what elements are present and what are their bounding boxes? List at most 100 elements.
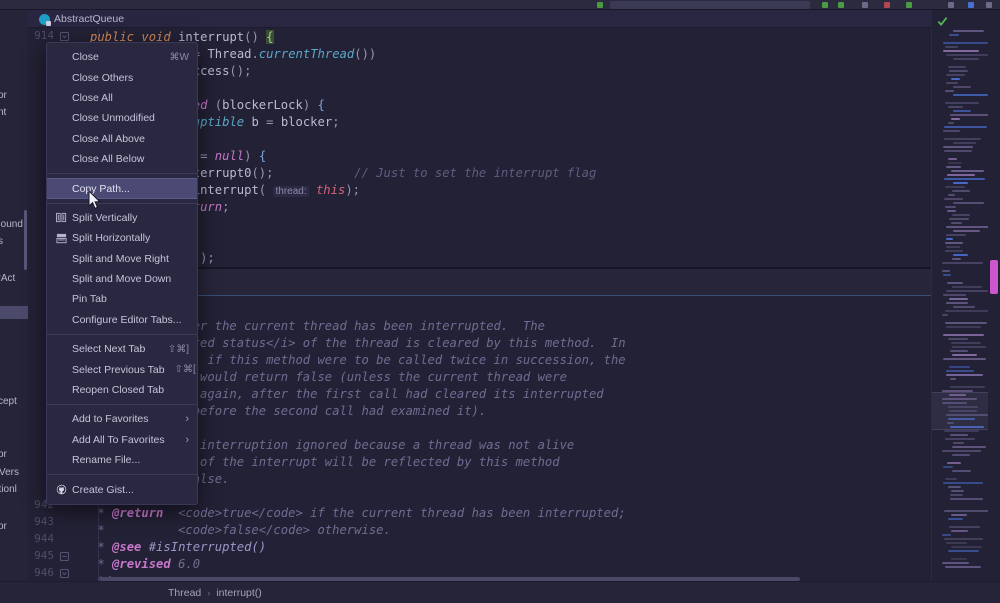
menu-item-rename-file[interactable]: Rename File... — [47, 450, 197, 470]
minimap-line — [953, 86, 971, 88]
project-tree-item[interactable]: sVers — [0, 467, 19, 478]
minimap-line — [945, 438, 975, 440]
project-tree-scrollbar[interactable] — [24, 210, 27, 270]
menu-item-split-and-move-down[interactable]: Split and Move Down — [47, 269, 197, 289]
inlay-parameter-hint: thread: — [273, 186, 309, 197]
menu-item-add-to-favorites[interactable]: Add to Favorites › — [47, 409, 197, 429]
minimap-line — [949, 298, 968, 300]
menu-separator — [47, 202, 197, 204]
minimap-line — [942, 562, 969, 564]
toolbar-run-icon[interactable] — [597, 2, 603, 8]
minimap-line — [949, 526, 980, 528]
project-tree-item[interactable]: or — [0, 449, 7, 460]
minimap-line — [953, 94, 988, 96]
breadcrumb-class[interactable]: Thread — [168, 587, 201, 599]
main-toolbar[interactable] — [0, 0, 1000, 10]
menu-item-reopen-closed-tab[interactable]: Reopen Closed Tab — [47, 380, 197, 400]
minimap-viewport[interactable] — [932, 392, 988, 430]
editor-tab-context-menu[interactable]: Close ⌘W Close Others Close All Close Unmodi… — [46, 42, 198, 505]
inspection-ok-check-icon[interactable] — [937, 14, 948, 27]
fold-marker-collapse-icon[interactable] — [60, 552, 69, 561]
menu-item-pin-tab[interactable]: Pin Tab — [47, 289, 197, 309]
menu-item-label: Add to Favorites — [72, 413, 149, 426]
minimap-line — [946, 326, 981, 328]
menu-item-configure-editor-tabs[interactable]: Configure Editor Tabs... — [47, 310, 197, 330]
editor-tab-strip[interactable]: AbstractQueue Thread.java ▾ — [28, 10, 1000, 48]
minimap-line — [952, 214, 970, 216]
editor-split-divider[interactable] — [90, 267, 932, 269]
editor-caret-line-border — [90, 295, 932, 296]
minimap-line — [951, 222, 962, 224]
project-tree-item-selected[interactable] — [0, 306, 28, 319]
toolbar-git-icon[interactable] — [968, 2, 974, 8]
project-tree-item[interactable]: ationl — [0, 484, 17, 495]
breadcrumb[interactable]: Thread › interrupt() — [168, 587, 262, 599]
menu-item-close[interactable]: Close ⌘W — [47, 47, 197, 67]
menu-item-select-previous-tab[interactable]: Select Previous Tab ⇧⌘[ — [47, 359, 197, 379]
project-tree-item[interactable]: s — [0, 236, 3, 247]
minimap-line — [946, 302, 968, 304]
breadcrumb-separator-icon: › — [207, 587, 211, 598]
minimap-line — [947, 462, 961, 464]
menu-item-split-horizontally[interactable]: Split Horizontally — [47, 228, 197, 248]
minimap-line — [944, 198, 963, 200]
javadoc-see-ref[interactable]: #isInterrupted() — [149, 540, 266, 554]
project-tree-item[interactable]: or — [0, 90, 7, 101]
project-tree-item[interactable]: xcept — [0, 396, 17, 407]
minimap-line — [951, 514, 967, 516]
menu-item-label: Close Unmodified — [72, 112, 155, 125]
menu-item-close-all[interactable]: Close All — [47, 88, 197, 108]
toolbar-coverage-icon[interactable] — [838, 2, 844, 8]
line-number: 946 — [34, 566, 54, 579]
editor-horizontal-scrollbar[interactable] — [100, 577, 800, 581]
menu-item-close-all-above[interactable]: Close All Above — [47, 129, 197, 149]
minimap-line — [943, 50, 979, 52]
minimap-line — [943, 146, 973, 148]
toolbar-more-icon[interactable] — [986, 2, 992, 8]
breadcrumb-method[interactable]: interrupt() — [216, 587, 262, 599]
toolbar-run-config[interactable] — [610, 1, 810, 9]
ide-window: or nt Bound s erAct xcept or sVers ation… — [0, 0, 1000, 603]
menu-item-select-next-tab[interactable]: Select Next Tab ⇧⌘] — [47, 339, 197, 359]
project-tree-item[interactable]: or — [0, 521, 7, 532]
fold-marker-expand-icon[interactable] — [60, 569, 69, 578]
minimap-line — [948, 194, 955, 196]
minimap-line — [945, 186, 965, 188]
toolbar-profile-icon[interactable] — [862, 2, 868, 8]
minimap-line — [943, 466, 953, 468]
menu-separator — [47, 474, 197, 476]
project-tree-item[interactable]: erAct — [0, 273, 15, 284]
menu-item-close-all-below[interactable]: Close All Below — [47, 149, 197, 169]
editor-minimap[interactable] — [932, 10, 988, 581]
minimap-line — [946, 234, 966, 236]
editor-tab-abstractqueue[interactable]: AbstractQueue — [32, 10, 131, 28]
project-tree-item[interactable]: nt — [0, 107, 6, 118]
minimap-line — [953, 230, 980, 232]
inline-comment: // Just to set the interrupt flag — [354, 166, 597, 180]
project-tree-item[interactable]: Bound — [0, 219, 23, 230]
menu-item-split-vertically[interactable]: Split Vertically — [47, 208, 197, 228]
line-number: 943 — [34, 515, 54, 528]
menu-item-add-all-to-favorites[interactable]: Add All To Favorites › — [47, 430, 197, 450]
error-stripe[interactable] — [988, 10, 1000, 581]
minimap-line — [946, 290, 988, 292]
toolbar-search-icon[interactable] — [906, 2, 912, 8]
mouse-cursor — [88, 189, 101, 210]
minimap-line — [953, 182, 968, 184]
minimap-line — [943, 42, 988, 44]
toolbar-settings-icon[interactable] — [948, 2, 954, 8]
toolbar-debug-icon[interactable] — [822, 2, 828, 8]
fold-marker-expand-icon[interactable] — [60, 32, 69, 41]
project-tree-panel[interactable]: or nt Bound s erAct xcept or sVers ation… — [0, 10, 28, 581]
toolbar-stop-icon[interactable] — [884, 2, 890, 8]
menu-item-copy-path[interactable]: Copy Path... — [47, 178, 197, 199]
menu-item-label: Configure Editor Tabs... — [72, 313, 182, 326]
stripe-marker[interactable] — [990, 260, 998, 294]
minimap-line — [951, 118, 960, 120]
editor-text-area[interactable]: */ public void interrupt() { if (this !=… — [90, 28, 932, 581]
menu-item-shortcut: ⇧⌘] — [167, 343, 189, 355]
menu-item-close-unmodified[interactable]: Close Unmodified — [47, 108, 197, 128]
menu-item-close-others[interactable]: Close Others — [47, 67, 197, 87]
menu-item-create-gist[interactable]: Create Gist... — [47, 479, 197, 499]
menu-item-split-and-move-right[interactable]: Split and Move Right — [47, 249, 197, 269]
